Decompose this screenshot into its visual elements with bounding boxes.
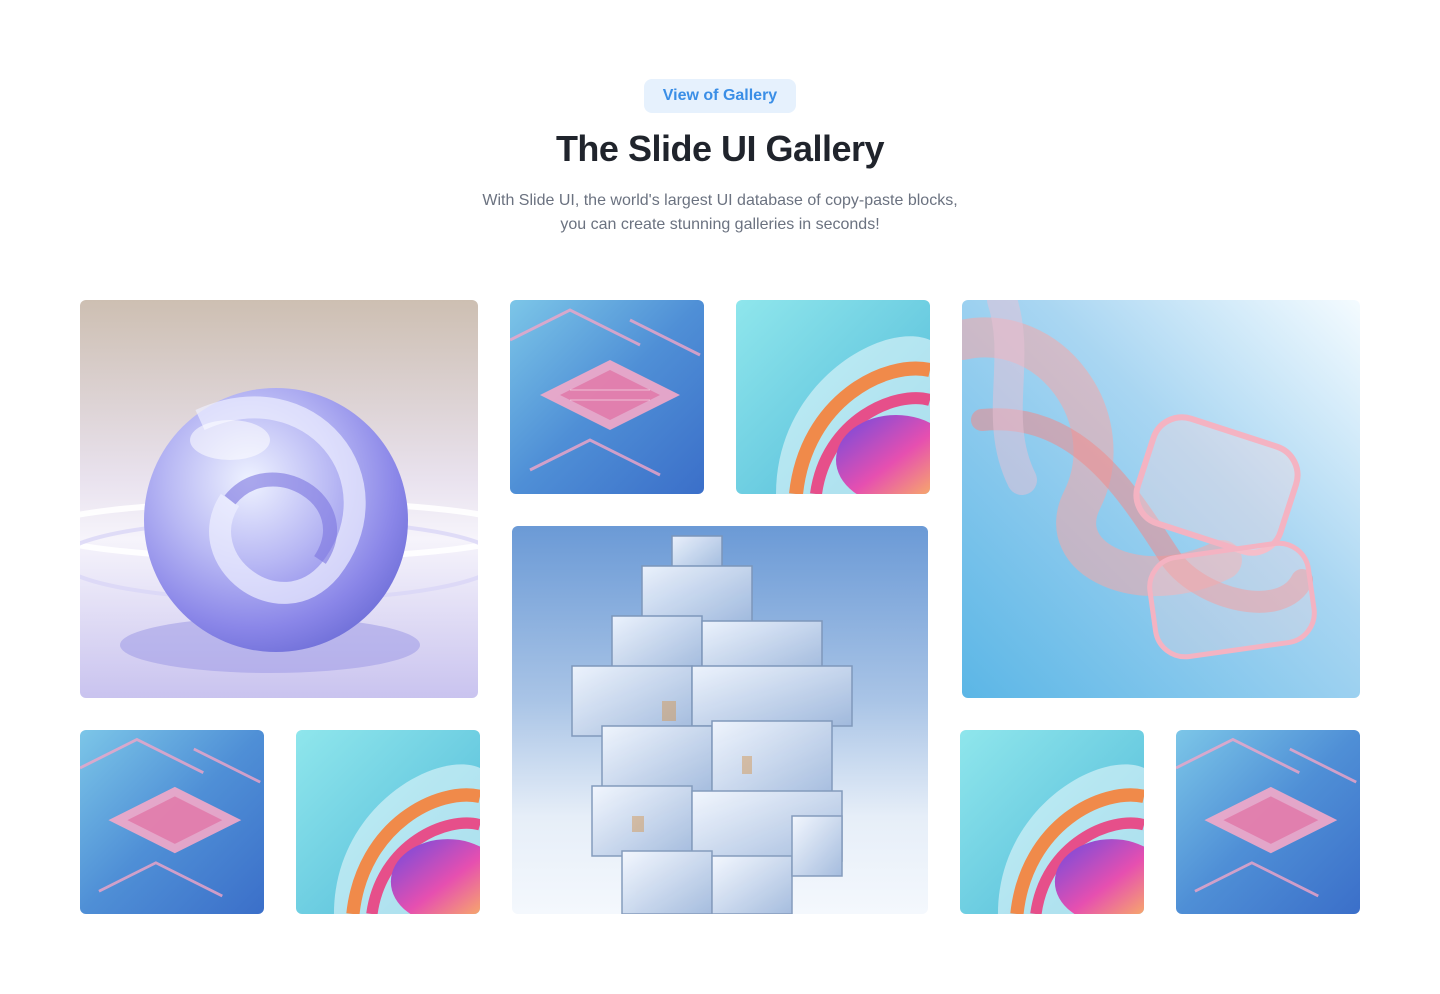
subtitle-line-2: you can create stunning galleries in sec… <box>560 216 880 233</box>
page-subtitle: With Slide UI, the world's largest UI da… <box>0 189 1440 237</box>
pink-glass-ribbons-image <box>962 300 1360 698</box>
rainbow-swirl-image <box>296 730 480 914</box>
gallery-image-chip-circuit-1[interactable] <box>510 300 704 494</box>
glass-sphere-image <box>80 300 478 698</box>
gallery-image-glass-cube-tower[interactable] <box>512 526 928 914</box>
chip-circuit-image <box>80 730 264 914</box>
gallery-image-rainbow-swirl-1[interactable] <box>736 300 930 494</box>
rainbow-swirl-image <box>736 300 930 494</box>
gallery-image-pink-glass-ribbons[interactable] <box>962 300 1360 698</box>
gallery-image-chip-circuit-3[interactable] <box>1176 730 1360 914</box>
gallery-image-rainbow-swirl-3[interactable] <box>960 730 1144 914</box>
gallery-image-chip-circuit-2[interactable] <box>80 730 264 914</box>
gallery-image-rainbow-swirl-2[interactable] <box>296 730 480 914</box>
glass-cube-tower-image <box>512 526 928 914</box>
page-title: The Slide UI Gallery <box>555 128 885 169</box>
rainbow-swirl-image <box>960 730 1144 914</box>
chip-circuit-image <box>510 300 704 494</box>
gallery-image-glass-sphere[interactable] <box>80 300 478 698</box>
chip-circuit-image <box>1176 730 1360 914</box>
subtitle-line-1: With Slide UI, the world's largest UI da… <box>482 192 958 209</box>
view-gallery-badge[interactable]: View of Gallery <box>644 79 796 113</box>
